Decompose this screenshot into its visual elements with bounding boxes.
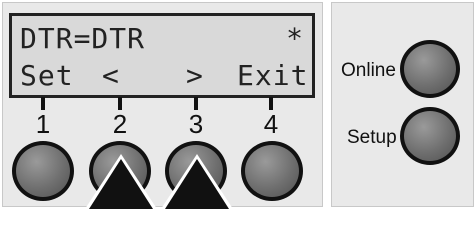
- key-1-button[interactable]: [12, 141, 74, 201]
- lcd-menu-value: DTR=DTR: [20, 22, 146, 55]
- key-1-number: 1: [35, 109, 51, 139]
- up-arrow-icon: [165, 159, 229, 209]
- side-control-panel: Online Setup: [331, 2, 474, 207]
- key-2-number: 2: [112, 109, 128, 139]
- up-arrow-icon: [89, 159, 153, 209]
- setup-button[interactable]: [400, 107, 460, 165]
- lcd-line-1: DTR=DTR *: [12, 22, 312, 56]
- softkey-label-exit: Exit: [237, 59, 309, 92]
- lcd-active-marker: *: [286, 22, 304, 55]
- lcd-display: DTR=DTR * Set < > Exit: [9, 13, 315, 98]
- lcd-line-2: Set < > Exit: [12, 59, 312, 93]
- printer-control-panel: DTR=DTR * Set < > Exit 1 2 3 4: [2, 2, 323, 212]
- setup-label: Setup: [347, 127, 397, 148]
- key-4-number: 4: [263, 109, 279, 139]
- key-3-number: 3: [188, 109, 204, 139]
- softkey-label-set: Set: [20, 59, 74, 92]
- online-button[interactable]: [400, 40, 460, 98]
- key-4-button[interactable]: [241, 141, 303, 201]
- online-label: Online: [341, 60, 396, 81]
- softkey-label-next: >: [186, 59, 204, 92]
- softkey-label-prev: <: [102, 59, 120, 92]
